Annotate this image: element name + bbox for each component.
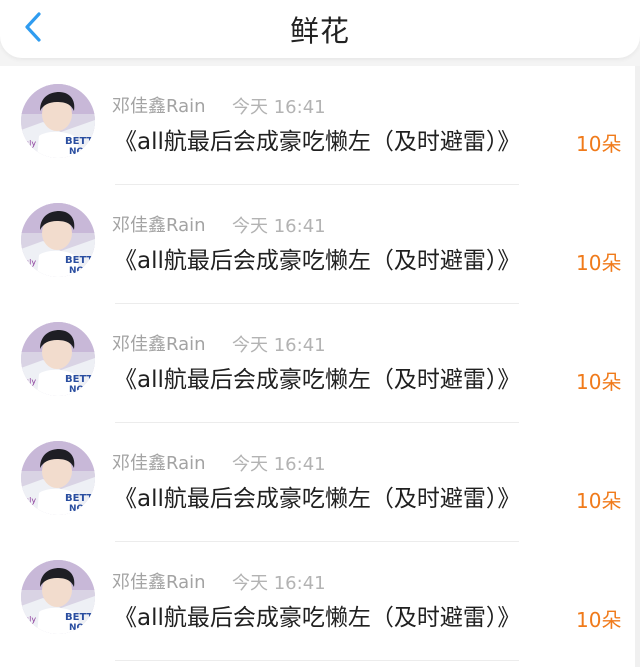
list-item[interactable]: BETT NO sly 邓佳鑫Rain 今天 16:41 《all航最后会成豪吃… (0, 423, 640, 542)
timestamp: 今天 16:41 (232, 335, 326, 356)
work-title[interactable]: 《all航最后会成豪吃懒左（及时避雷）》 (114, 360, 520, 394)
timestamp: 今天 16:41 (232, 573, 326, 594)
flower-count: 10朵 (576, 370, 622, 394)
svg-text:sly: sly (25, 496, 36, 505)
list-item[interactable]: BETT NO sly 邓佳鑫Rain 今天 16:41 《all航最后会成豪吃… (0, 304, 640, 423)
svg-text:sly: sly (25, 377, 36, 386)
svg-text:BETT: BETT (65, 374, 94, 385)
list-edge (635, 66, 640, 667)
svg-text:NO: NO (69, 147, 85, 157)
user-name[interactable]: 邓佳鑫Rain (112, 330, 206, 356)
work-title[interactable]: 《all航最后会成豪吃懒左（及时避雷）》 (114, 122, 520, 156)
list-item[interactable]: BETT NO sly 邓佳鑫Rain 今天 16:41 《all航最后会成豪吃… (0, 542, 640, 661)
flower-count: 10朵 (576, 132, 622, 156)
timestamp: 今天 16:41 (232, 97, 326, 118)
divider (115, 660, 519, 661)
svg-text:NO: NO (69, 623, 85, 633)
timestamp: 今天 16:41 (232, 216, 326, 237)
svg-text:sly: sly (25, 139, 36, 148)
user-name[interactable]: 邓佳鑫Rain (112, 449, 206, 475)
svg-text:BETT: BETT (65, 136, 94, 147)
work-title[interactable]: 《all航最后会成豪吃懒左（及时避雷）》 (114, 479, 520, 513)
user-name[interactable]: 邓佳鑫Rain (112, 211, 206, 237)
svg-text:NO: NO (69, 504, 85, 514)
avatar[interactable]: BETT NO sly (21, 441, 95, 515)
avatar[interactable]: BETT NO sly (21, 322, 95, 396)
flower-count: 10朵 (576, 608, 622, 632)
page-title: 鲜花 (289, 14, 350, 48)
user-name[interactable]: 邓佳鑫Rain (112, 92, 206, 118)
svg-text:BETT: BETT (65, 255, 94, 266)
avatar[interactable]: BETT NO sly (21, 560, 95, 634)
svg-text:BETT: BETT (65, 493, 94, 504)
svg-text:sly: sly (25, 258, 36, 267)
svg-text:BETT: BETT (65, 612, 94, 623)
svg-text:sly: sly (25, 615, 36, 624)
timestamp: 今天 16:41 (232, 454, 326, 475)
svg-text:NO: NO (69, 266, 85, 276)
flower-count: 10朵 (576, 489, 622, 513)
flower-count: 10朵 (576, 251, 622, 275)
top-bar: 鲜花 (0, 0, 640, 58)
work-title[interactable]: 《all航最后会成豪吃懒左（及时避雷）》 (114, 241, 520, 275)
user-name[interactable]: 邓佳鑫Rain (112, 568, 206, 594)
list-item[interactable]: BETT NO sly 邓佳鑫Rain 今天 16:41 《all航最后会成豪吃… (0, 66, 640, 185)
list-item[interactable]: BETT NO sly 邓佳鑫Rain 今天 16:41 《all航最后会成豪吃… (0, 185, 640, 304)
avatar[interactable]: BETT NO sly (21, 84, 95, 158)
avatar[interactable]: BETT NO sly (21, 203, 95, 277)
svg-text:NO: NO (69, 385, 85, 395)
gift-list: BETT NO sly 邓佳鑫Rain 今天 16:41 《all航最后会成豪吃… (0, 66, 640, 667)
work-title[interactable]: 《all航最后会成豪吃懒左（及时避雷）》 (114, 598, 520, 632)
